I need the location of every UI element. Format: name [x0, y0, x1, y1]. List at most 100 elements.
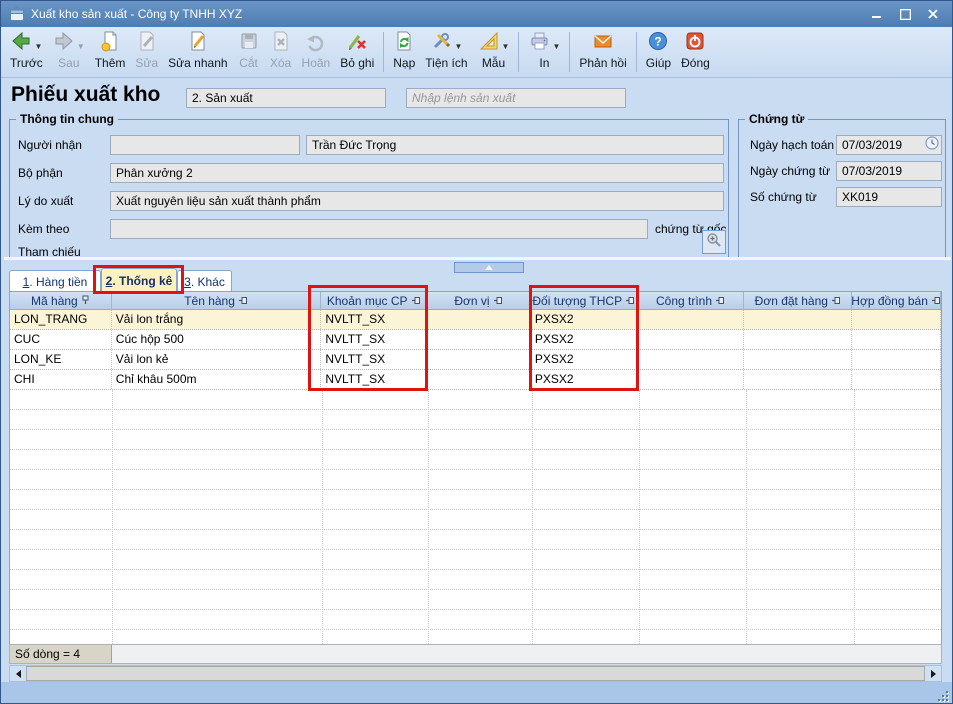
pin-horizontal-icon[interactable] — [493, 294, 503, 308]
chevron-down-icon[interactable]: ▼ — [77, 43, 85, 51]
back-button[interactable]: ▼ Trước — [5, 29, 48, 71]
feedback-mail-icon — [592, 30, 614, 57]
pin-horizontal-icon[interactable] — [625, 294, 635, 308]
tab-hang-tien[interactable]: 1. Hàng tiền — [9, 270, 101, 292]
close-button[interactable] — [924, 6, 942, 22]
column-header-cong-trinh[interactable]: Công trình — [638, 292, 745, 309]
template-button[interactable]: ▼ Mẫu — [473, 29, 515, 71]
empty-row — [10, 510, 941, 530]
add-button[interactable]: Thêm — [90, 29, 131, 71]
attached-label: Kèm theo — [18, 219, 69, 239]
horizontal-scrollbar[interactable] — [9, 665, 942, 682]
grid-header: Mã hàng Tên hàng Khoản mục CP Đơn vị Đối… — [10, 292, 941, 310]
table-row[interactable]: CHI Chỉ khâu 500m NVLTT_SX PXSX2 — [10, 370, 941, 390]
toolbar-separator — [518, 32, 519, 72]
attached-field[interactable] — [110, 219, 648, 239]
chevron-down-icon[interactable]: ▼ — [502, 43, 510, 51]
export-reason-field[interactable] — [110, 191, 724, 211]
new-document-icon — [99, 30, 121, 57]
feedback-button[interactable]: Phản hồi — [574, 29, 631, 71]
pin-horizontal-icon[interactable] — [831, 294, 841, 308]
delete-button[interactable]: Xóa — [265, 29, 297, 71]
help-icon: ? — [647, 30, 669, 57]
maximize-button[interactable] — [896, 6, 914, 22]
help-button[interactable]: ? Giúp — [641, 29, 676, 71]
receiver-name-field[interactable] — [306, 135, 724, 155]
document-legend: Chứng từ — [745, 112, 808, 126]
search-plus-icon — [706, 232, 722, 253]
cut-button[interactable]: Cắt — [233, 29, 265, 71]
quick-edit-button[interactable]: Sửa nhanh — [163, 29, 232, 71]
pin-vertical-icon[interactable] — [81, 294, 90, 308]
receiver-label: Người nhận — [18, 135, 82, 155]
scroll-right-button[interactable] — [925, 666, 941, 681]
date-picker-button[interactable] — [923, 136, 941, 154]
column-header-doi-tuong-thcp[interactable]: Đối tượng THCP — [531, 292, 638, 309]
pin-horizontal-icon[interactable] — [411, 294, 421, 308]
undo-icon — [305, 30, 327, 57]
pin-horizontal-icon[interactable] — [238, 294, 248, 308]
scroll-left-button[interactable] — [10, 666, 26, 681]
doc-number-field[interactable] — [836, 187, 942, 207]
items-grid: Mã hàng Tên hàng Khoản mục CP Đơn vị Đối… — [9, 291, 942, 644]
undo-button[interactable]: Hoãn — [297, 29, 336, 71]
row-count-label: Số dòng = 4 — [10, 645, 112, 663]
resize-grip[interactable] — [936, 689, 948, 701]
column-header-don-dat-hang[interactable]: Đơn đặt hàng — [744, 292, 852, 309]
column-header-don-vi[interactable]: Đơn vị — [427, 292, 531, 309]
print-button[interactable]: ▼ In — [523, 29, 565, 71]
tools-icon — [430, 30, 452, 57]
chevron-down-icon[interactable]: ▼ — [552, 43, 560, 51]
receiver-code-field[interactable] — [110, 135, 300, 155]
doc-date-label: Ngày chứng từ — [750, 161, 830, 181]
table-row[interactable]: CUC Cúc hộp 500 NVLTT_SX PXSX2 — [10, 330, 941, 350]
close-app-button[interactable]: Đóng — [676, 29, 715, 71]
toolbar-separator — [636, 32, 637, 72]
tab-thong-ke[interactable]: 2. Thống kê — [101, 268, 177, 292]
empty-row — [10, 470, 941, 490]
column-guide — [112, 390, 113, 644]
export-reason-label: Lý do xuất — [18, 191, 73, 211]
clock-icon — [925, 136, 939, 155]
doc-date-field[interactable] — [836, 161, 942, 181]
splitter-collapse-handle[interactable] — [454, 262, 524, 273]
column-header-hop-dong-ban[interactable]: Hợp đồng bán — [852, 292, 941, 309]
column-header-khoan-muc-cp[interactable]: Khoản mục CP — [321, 292, 427, 309]
reload-button[interactable]: Nạp — [388, 29, 420, 71]
column-guide — [746, 390, 747, 644]
edit-button[interactable]: Sửa — [130, 29, 163, 71]
forward-button[interactable]: ▼ Sau — [48, 29, 90, 71]
column-header-ten-hang[interactable]: Tên hàng — [112, 292, 322, 309]
table-row[interactable]: LON_KE Vải lon kẻ NVLTT_SX PXSX2 — [10, 350, 941, 370]
empty-row — [10, 570, 941, 590]
tab-khac[interactable]: 3. Khác — [177, 270, 232, 292]
window-title: Xuất kho sản xuất - Công ty TNHH XYZ — [31, 7, 242, 21]
chevron-down-icon[interactable]: ▼ — [454, 43, 462, 51]
production-order-input[interactable] — [406, 88, 626, 108]
column-header-ma-hang[interactable]: Mã hàng — [10, 292, 112, 309]
empty-row — [10, 590, 941, 610]
department-field[interactable] — [110, 163, 724, 183]
minimize-button[interactable] — [868, 6, 886, 22]
department-label: Bộ phận — [18, 163, 63, 183]
doc-number-label: Số chứng từ — [750, 187, 817, 207]
unpost-button[interactable]: Bỏ ghi — [335, 29, 379, 71]
scrollbar-thumb[interactable] — [26, 666, 925, 681]
document-groupbox: Chứng từ Ngày hạch toán Ngày chứng từ Số… — [738, 119, 946, 258]
table-row[interactable]: LON_TRANG Vải lon trắng NVLTT_SX PXSX2 — [10, 310, 941, 330]
pin-horizontal-icon[interactable] — [931, 294, 941, 308]
reference-lookup-button[interactable] — [702, 230, 726, 254]
chevron-down-icon[interactable]: ▼ — [34, 43, 42, 51]
title-bar: Xuất kho sản xuất - Công ty TNHH XYZ — [1, 1, 952, 27]
general-info-legend: Thông tin chung — [16, 112, 118, 126]
utilities-button[interactable]: ▼ Tiện ích — [420, 29, 472, 71]
doc-type-selector[interactable]: 2. Sản xuất — [186, 88, 386, 108]
empty-row — [10, 610, 941, 630]
save-cut-icon — [238, 30, 260, 57]
pin-horizontal-icon[interactable] — [715, 294, 725, 308]
collapse-up-icon — [485, 265, 493, 270]
empty-row — [10, 390, 941, 410]
column-guide — [639, 390, 640, 644]
arrow-left-icon — [10, 30, 32, 57]
empty-row — [10, 450, 941, 470]
